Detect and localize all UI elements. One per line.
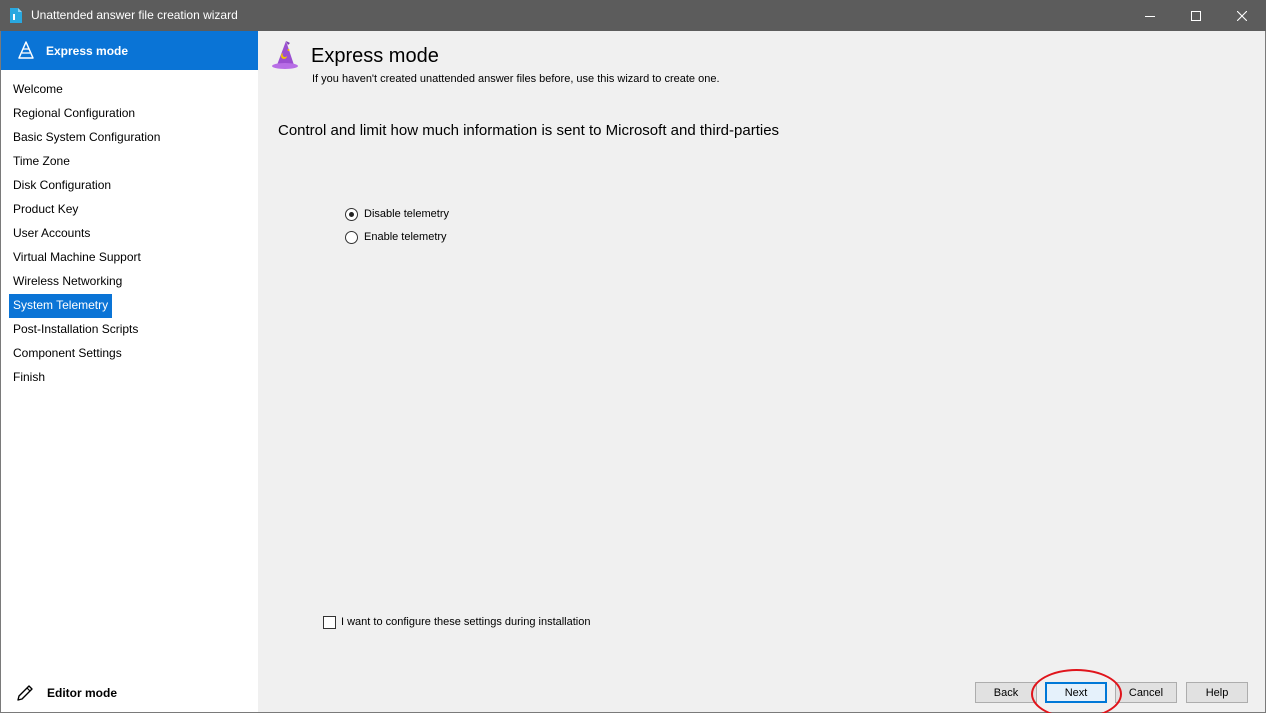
sidebar-item-regional-configuration[interactable]: Regional Configuration <box>9 102 139 126</box>
sidebar-header: Express mode <box>1 31 258 70</box>
editor-mode-link[interactable]: Editor mode <box>15 681 117 705</box>
sidebar-item-product-key[interactable]: Product Key <box>9 198 82 222</box>
minimize-button[interactable] <box>1127 0 1173 31</box>
enable-telemetry-radio[interactable] <box>345 230 358 244</box>
enable-telemetry-label: Enable telemetry <box>364 231 447 243</box>
editor-mode-label: Editor mode <box>47 686 118 700</box>
sidebar-item-post-installation-scripts[interactable]: Post-Installation Scripts <box>9 318 142 342</box>
cancel-button[interactable]: Cancel <box>1115 682 1177 703</box>
configure-during-install-label: I want to configure these settings durin… <box>341 616 591 628</box>
main-content: Express mode If you haven't created unat… <box>258 31 1265 712</box>
maximize-icon <box>1191 10 1201 21</box>
page-title: Express mode <box>311 45 439 67</box>
sidebar-item-welcome[interactable]: Welcome <box>9 78 67 102</box>
help-button[interactable]: Help <box>1186 682 1248 703</box>
sidebar-item-virtual-machine-support[interactable]: Virtual Machine Support <box>9 246 145 270</box>
minimize-icon <box>1145 15 1155 17</box>
disable-telemetry-radio[interactable] <box>345 207 358 221</box>
sidebar-item-user-accounts[interactable]: User Accounts <box>9 222 94 246</box>
configure-during-install-option[interactable]: I want to configure these settings durin… <box>323 613 590 631</box>
close-button[interactable] <box>1219 0 1265 31</box>
configure-during-install-checkbox[interactable] <box>323 615 336 629</box>
sidebar-item-finish[interactable]: Finish <box>9 366 49 390</box>
page-subtitle: If you haven't created unattended answer… <box>312 73 720 85</box>
disable-telemetry-label: Disable telemetry <box>364 208 449 220</box>
back-button[interactable]: Back <box>975 682 1037 703</box>
sidebar-item-basic-system-configuration[interactable]: Basic System Configuration <box>9 126 164 150</box>
enable-telemetry-option[interactable]: Enable telemetry <box>345 228 447 246</box>
sidebar-item-system-telemetry[interactable]: System Telemetry <box>9 294 113 318</box>
sidebar-item-component-settings[interactable]: Component Settings <box>9 342 126 366</box>
app-file-icon <box>10 8 22 23</box>
express-mode-icon <box>18 41 34 59</box>
title-bar: Unattended answer file creation wizard <box>0 0 1266 31</box>
sidebar-item-disk-configuration[interactable]: Disk Configuration <box>9 174 115 198</box>
sidebar-item-wireless-networking[interactable]: Wireless Networking <box>9 270 126 294</box>
wizard-steps-nav: Welcome Regional Configuration Basic Sys… <box>9 78 249 390</box>
pencil-icon <box>17 685 33 701</box>
wizard-window: Express mode Welcome Regional Configurat… <box>0 31 1266 713</box>
sidebar-header-label: Express mode <box>46 44 129 58</box>
next-button[interactable]: Next <box>1045 682 1107 703</box>
disable-telemetry-option[interactable]: Disable telemetry <box>345 205 449 223</box>
telemetry-question: Control and limit how much information i… <box>278 122 780 139</box>
close-icon <box>1237 10 1247 21</box>
sidebar-item-time-zone[interactable]: Time Zone <box>9 150 74 174</box>
maximize-button[interactable] <box>1173 0 1219 31</box>
window-title: Unattended answer file creation wizard <box>31 8 238 22</box>
wizard-hat-icon <box>272 41 298 69</box>
sidebar: Express mode Welcome Regional Configurat… <box>1 31 258 712</box>
